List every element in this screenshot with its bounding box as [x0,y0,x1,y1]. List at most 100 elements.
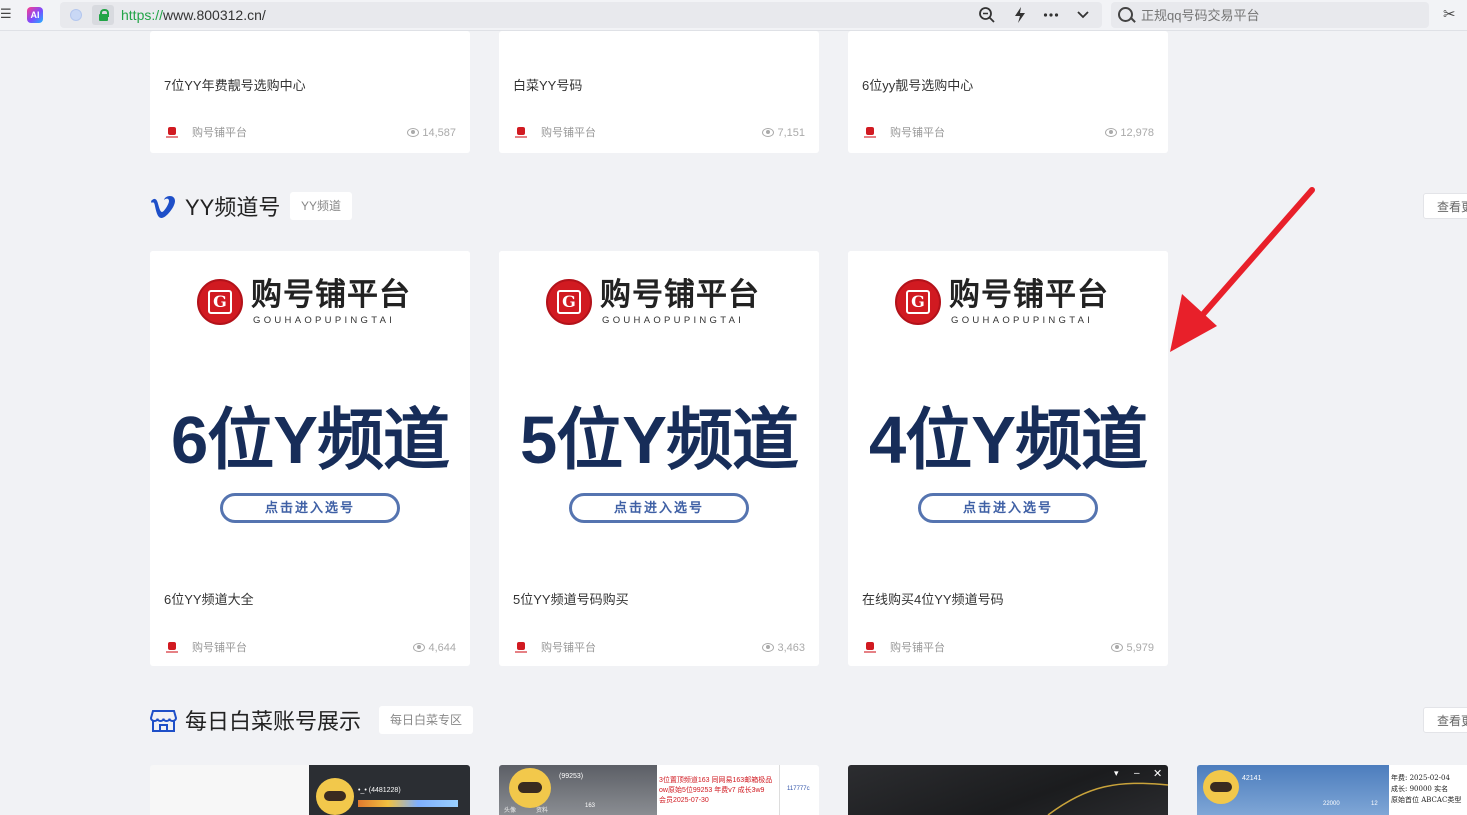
avatar [1203,770,1239,804]
brand-logo-icon [166,127,178,139]
brand-logo-icon [864,127,876,139]
account-stat: 12 [1371,801,1378,807]
view-count: 7,151 [762,126,805,140]
brand-logo-icon [166,642,178,654]
brand-logo-icon [515,642,527,654]
account-caption: 42141 [1242,775,1262,782]
more-icon[interactable] [1041,6,1061,24]
card-author[interactable]: 购号铺平台 [192,641,247,655]
account-thumbnail[interactable]: (99253) 头像 资料 163 3位置顶频道163 同网易163邮箱极品 o… [499,765,819,815]
brand-subtitle: GOUHAOPUPINGTAI [602,315,745,326]
account-thumbnail[interactable]: 42141 22000 12 年费: 2025-02-04 成长: 90000 … [1197,765,1467,815]
card-author[interactable]: 购号铺平台 [541,641,596,655]
account-detail: 会员2025-07-30 [659,797,709,804]
lock-icon[interactable] [92,5,114,25]
brand-emblem-icon: G [197,279,243,325]
brand-name: 购号铺平台 [600,277,760,312]
card-author[interactable]: 购号铺平台 [192,126,247,140]
yy-channel-card[interactable]: G 购号铺平台 GOUHAOPUPINGTAI 6位Y频道 点击进入选号 6位Y… [150,251,470,666]
section-tag[interactable]: 每日白菜专区 [379,706,474,734]
eye-icon [413,643,426,652]
section-tag[interactable]: YY频道 [290,192,353,220]
brand-logo: G 购号铺平台 GOUHAOPUPINGTAI [546,277,776,331]
view-count: 12,978 [1105,126,1154,140]
account-caption: (99253) [559,773,584,780]
account-thumbnail[interactable]: ▾ – ✕ [848,765,1168,815]
window-icon[interactable]: ▾ [1114,768,1119,779]
eye-icon [762,128,775,137]
view-more-button[interactable]: 查看更多 [1423,193,1467,219]
account-thumbnail[interactable]: •_• (4481228) [150,765,470,815]
section-title: 每日白菜账号展示 [185,709,362,734]
account-caption: •_• (4481228) [358,787,401,794]
zoom-icon[interactable] [977,6,997,24]
account-note: 成长: 90000 实名 [1391,785,1449,793]
close-icon[interactable]: ✕ [1153,767,1162,780]
browser-search-box[interactable] [1111,2,1429,28]
decorative-curve [1047,782,1168,815]
card-footer: 购号铺平台 14,587 [164,126,456,140]
eye-icon [1105,128,1118,137]
chevron-down-icon[interactable] [1073,6,1093,24]
section-header-daily: 每日白菜账号展示 每日白菜专区 [150,706,490,738]
card-author[interactable]: 购号铺平台 [541,126,596,140]
url-text[interactable]: https://www.800312.cn/ [121,7,266,23]
brand-emblem-icon: G [546,279,592,325]
article-card[interactable]: 白菜YY号码 购号铺平台 7,151 [499,31,819,153]
card-poster[interactable]: G 购号铺平台 GOUHAOPUPINGTAI 4位Y频道 点击进入选号 [848,251,1168,571]
card-title[interactable]: 6位yy靓号选购中心 [862,75,973,94]
card-footer: 购号铺平台 3,463 [513,641,805,655]
account-note: 年费: 2025-02-04 [1391,774,1450,782]
card-title[interactable]: 5位YY频道号码购买 [513,589,629,608]
card-title[interactable]: 6位YY频道大全 [164,589,254,608]
eye-icon [407,128,420,137]
tab-profile: 资料 [536,808,549,814]
card-author[interactable]: 购号铺平台 [890,641,945,655]
account-detail: 3位置顶频道163 同网易163邮箱极品 [659,777,773,784]
view-more-button[interactable]: 查看更多 [1423,707,1467,733]
article-card[interactable]: 6位yy靓号选购中心 购号铺平台 12,978 [848,31,1168,153]
card-footer: 购号铺平台 7,151 [513,126,805,140]
view-count: 4,644 [413,641,456,655]
card-footer: 购号铺平台 5,979 [862,641,1154,655]
brand-logo: G 购号铺平台 GOUHAOPUPINGTAI [895,277,1125,331]
brand-subtitle: GOUHAOPUPINGTAI [951,315,1094,326]
card-footer: 购号铺平台 4,644 [164,641,456,655]
ai-assistant-icon[interactable]: AI [27,7,43,23]
yy-channel-card[interactable]: G 购号铺平台 GOUHAOPUPINGTAI 4位Y频道 点击进入选号 在线购… [848,251,1168,666]
avatar [316,778,354,815]
card-poster[interactable]: G 购号铺平台 GOUHAOPUPINGTAI 6位Y频道 点击进入选号 [150,251,470,571]
site-favicon-icon [70,9,82,21]
brand-logo: G 购号铺平台 GOUHAOPUPINGTAI [197,277,427,331]
card-author[interactable]: 购号铺平台 [890,126,945,140]
brand-subtitle: GOUHAOPUPINGTAI [253,315,396,326]
account-detail: ow原始5位99253 年费v7 成长3w9 [659,787,765,794]
address-bar[interactable]: https://www.800312.cn/ [60,2,1102,28]
poster-headline: 5位Y频道 [520,403,799,478]
eye-icon [762,643,775,652]
badge-row [358,800,458,807]
brand-logo-icon [515,127,527,139]
card-title[interactable]: 7位YY年费靓号选购中心 [164,75,306,94]
select-number-button[interactable]: 点击进入选号 [918,493,1098,523]
eye-icon [1111,643,1124,652]
brand-emblem-icon: G [895,279,941,325]
article-card[interactable]: 7位YY年费靓号选购中心 购号铺平台 14,587 [150,31,470,153]
view-count: 14,587 [407,126,456,140]
select-number-button[interactable]: 点击进入选号 [569,493,749,523]
poster-headline: 6位Y频道 [171,403,450,478]
scissors-icon[interactable]: ✂ [1443,6,1456,24]
books-icon[interactable]: ☰ [0,6,14,22]
account-id: 117777c [787,786,810,792]
lightning-icon[interactable] [1010,6,1030,24]
card-title[interactable]: 在线购买4位YY频道号码 [862,589,1004,608]
search-input[interactable] [1141,6,1421,24]
red-arrow-annotation [1170,187,1315,352]
minimize-icon[interactable]: – [1134,768,1140,779]
card-title[interactable]: 白菜YY号码 [513,75,582,94]
brand-name: 购号铺平台 [949,277,1109,312]
card-poster[interactable]: G 购号铺平台 GOUHAOPUPINGTAI 5位Y频道 点击进入选号 [499,251,819,571]
yy-channel-card[interactable]: G 购号铺平台 GOUHAOPUPINGTAI 5位Y频道 点击进入选号 5位Y… [499,251,819,666]
select-number-button[interactable]: 点击进入选号 [220,493,400,523]
vimeo-v-icon [151,196,175,218]
